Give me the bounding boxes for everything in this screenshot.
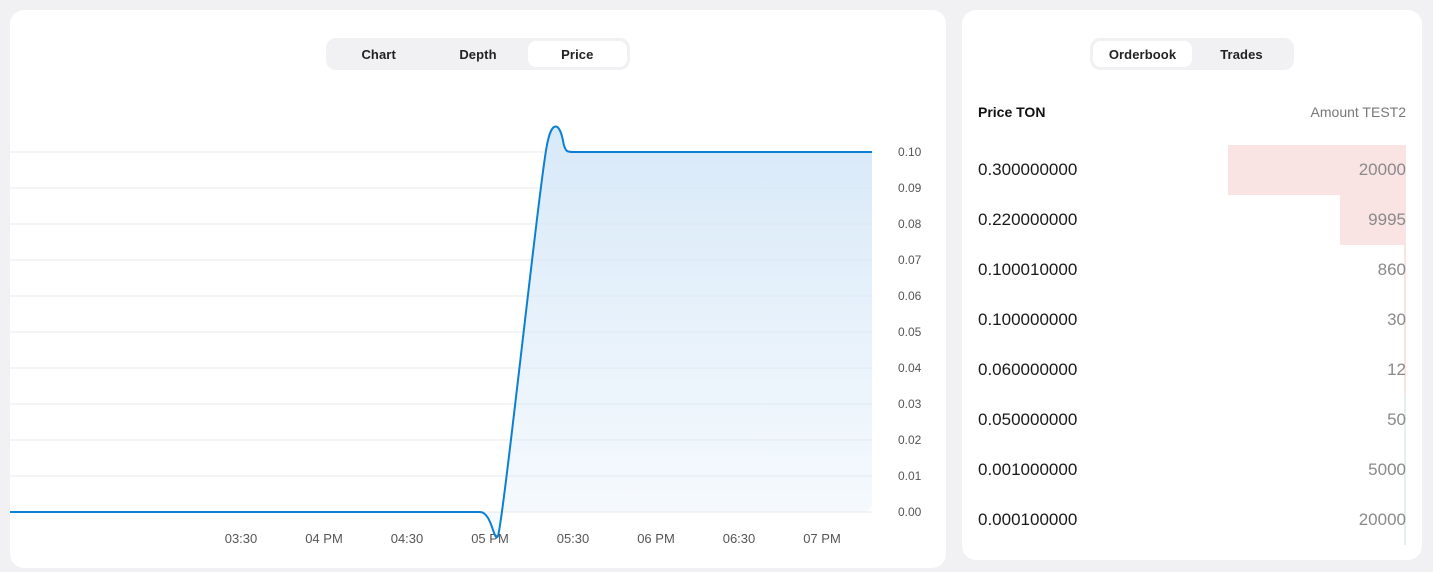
- y-tick-label: 0.02: [898, 433, 922, 447]
- y-tick-label: 0.09: [898, 181, 922, 195]
- x-tick-label: 07 PM: [803, 531, 841, 546]
- orderbook-row[interactable]: 0.000100000 20000: [962, 495, 1422, 545]
- orderbook-row[interactable]: 0.300000000 20000: [962, 145, 1422, 195]
- order-amount: 20000: [1358, 160, 1406, 179]
- x-tick-label: 05 PM: [471, 531, 509, 546]
- orderbook-view-switcher: Orderbook Trades: [1090, 38, 1294, 70]
- order-amount: 20000: [1358, 510, 1406, 529]
- x-tick-label: 06:30: [723, 531, 756, 546]
- y-tick-label: 0.08: [898, 217, 922, 231]
- order-price: 0.100000000: [978, 310, 1078, 329]
- y-tick-label: 0.07: [898, 253, 922, 267]
- order-price: 0.300000000: [978, 160, 1078, 179]
- orderbook-row[interactable]: 0.100010000 860: [962, 245, 1422, 295]
- y-tick-label: 0.00: [898, 505, 922, 519]
- y-tick-label: 0.05: [898, 325, 922, 339]
- y-tick-label: 0.10: [898, 145, 922, 159]
- tab-orderbook[interactable]: Orderbook: [1093, 41, 1192, 67]
- tab-trades[interactable]: Trades: [1192, 41, 1291, 67]
- order-price: 0.060000000: [978, 360, 1078, 379]
- orderbook-row[interactable]: 0.100000000 30: [962, 295, 1422, 345]
- price-chart-panel: Chart Depth Price 0.10 0.09 0.08 0.07 0.06 0.…: [10, 10, 946, 568]
- order-price: 0.050000000: [978, 410, 1078, 429]
- order-amount: 50: [1387, 410, 1406, 429]
- price-area-chart[interactable]: 0.10 0.09 0.08 0.07 0.06 0.05 0.04 0.03 0.02 0.01…: [10, 10, 946, 568]
- orderbook-row[interactable]: 0.001000000 5000: [962, 445, 1422, 495]
- x-tick-label: 05:30: [557, 531, 590, 546]
- orderbook-row[interactable]: 0.220000000 9995: [962, 195, 1422, 245]
- orderbook-row[interactable]: 0.050000000 50: [962, 395, 1422, 445]
- x-tick-label: 06 PM: [637, 531, 675, 546]
- y-tick-label: 0.01: [898, 469, 922, 483]
- x-tick-label: 04:30: [391, 531, 424, 546]
- y-tick-label: 0.04: [898, 361, 922, 375]
- order-amount: 5000: [1368, 460, 1406, 479]
- price-column-header: Price TON: [978, 104, 1046, 120]
- order-price: 0.100010000: [978, 260, 1078, 279]
- y-tick-label: 0.03: [898, 397, 922, 411]
- order-price: 0.001000000: [978, 460, 1078, 479]
- order-amount: 860: [1377, 260, 1406, 279]
- order-amount: 30: [1387, 310, 1406, 329]
- y-tick-label: 0.06: [898, 289, 922, 303]
- x-tick-label: 03:30: [225, 531, 258, 546]
- order-price: 0.220000000: [978, 210, 1078, 229]
- orderbook-row[interactable]: 0.060000000 12: [962, 345, 1422, 395]
- amount-column-header: Amount TEST2: [1310, 104, 1406, 120]
- x-tick-label: 04 PM: [305, 531, 343, 546]
- order-price: 0.000100000: [978, 510, 1078, 529]
- order-amount: 12: [1387, 360, 1406, 379]
- order-amount: 9995: [1368, 210, 1406, 229]
- orderbook-panel: Orderbook Trades Price TON Amount TEST2 …: [962, 10, 1422, 560]
